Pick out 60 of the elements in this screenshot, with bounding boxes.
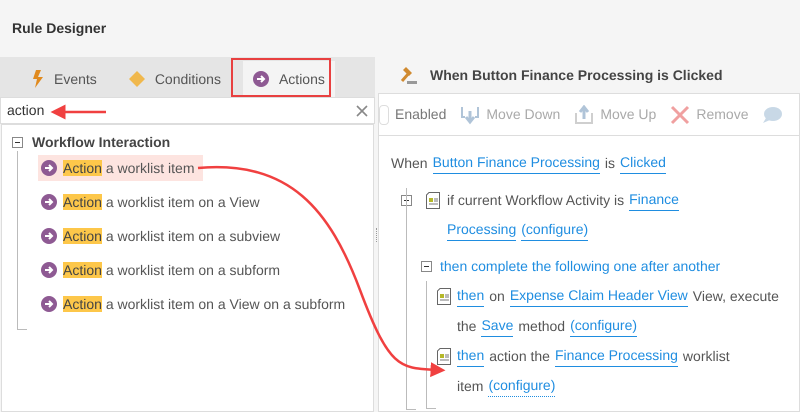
rule-text: then action the Finance Processing worklist — [457, 341, 730, 371]
rule-link[interactable]: (configure) — [570, 315, 638, 337]
tab[interactable]: Events — [22, 61, 107, 97]
rule-link[interactable]: Expense Claim Header View — [510, 285, 688, 307]
arrow-circle-icon — [41, 160, 57, 176]
collapse-toggle[interactable] — [421, 260, 432, 272]
rule-text: When Button Finance Processing is Clicked — [391, 148, 799, 178]
tree-item-label: Action a worklist item on a subform — [63, 260, 280, 280]
rule-link[interactable]: Button Finance Processing — [432, 152, 600, 174]
rule-link[interactable]: Finance Processing — [554, 345, 678, 367]
window-title: Rule Designer — [12, 19, 106, 38]
toolbar-button[interactable]: Enabled — [379, 104, 446, 125]
rule-group-label[interactable]: then complete the following one after another — [440, 256, 720, 276]
tree-item[interactable]: Action a worklist item — [38, 155, 202, 181]
arrow-circle-icon — [41, 228, 57, 244]
annotation-arrow — [50, 104, 106, 120]
tab[interactable]: Actions — [242, 61, 335, 97]
document-icon — [437, 348, 451, 364]
tree-item[interactable]: Action a worklist item on a subview — [38, 223, 288, 249]
lightning-icon — [32, 70, 44, 88]
rule-link[interactable]: Processing — [447, 219, 516, 241]
search-field[interactable]: action — [0, 97, 375, 124]
rule-link[interactable]: then — [457, 285, 484, 307]
document-icon — [426, 192, 440, 208]
close-icon[interactable] — [356, 104, 368, 116]
tree-item[interactable]: Action a worklist item on a View — [38, 189, 268, 215]
rule-text: if current Workflow Activity is Finance — [447, 185, 679, 215]
tree-item[interactable]: Action a worklist item on a subform — [38, 257, 288, 283]
document-icon — [437, 288, 451, 304]
close-icon — [670, 104, 690, 124]
rule-link[interactable]: Clicked — [620, 152, 666, 174]
rule-title: When Button Finance Processing is Clicked — [430, 66, 722, 85]
tree-item-label: Action a worklist item on a View on a subform — [63, 294, 346, 314]
gavel-icon — [400, 65, 420, 85]
rule-link[interactable]: Save — [481, 315, 514, 337]
rule-text: item (configure) — [457, 371, 730, 401]
collapse-toggle[interactable] — [12, 137, 23, 148]
arrow-circle-icon — [41, 194, 57, 210]
tab[interactable]: Conditions — [118, 61, 231, 97]
rule-link[interactable]: (configure) — [488, 375, 556, 397]
move-up-icon — [574, 104, 594, 124]
checkbox[interactable] — [379, 104, 389, 124]
move-down-icon — [460, 104, 480, 124]
splitter-handle[interactable] — [376, 228, 377, 242]
rule-text: the Save method (configure) — [457, 311, 779, 341]
tree-item[interactable]: Action a worklist item on a View on a subform — [38, 291, 354, 317]
diamond-icon — [128, 71, 145, 87]
arrow-circle-icon — [252, 71, 269, 87]
collapse-toggle[interactable] — [401, 194, 412, 206]
arrow-circle-icon — [41, 296, 57, 312]
speech-bubble-icon — [762, 106, 782, 124]
tree-item-label: Action a worklist item — [63, 158, 194, 178]
arrow-circle-icon — [41, 262, 57, 278]
tree-group-label[interactable]: Workflow Interaction — [32, 132, 170, 153]
rule-link[interactable]: (configure) — [521, 219, 588, 241]
rule-link[interactable]: then — [457, 345, 484, 367]
tree-item-label: Action a worklist item on a subview — [63, 226, 280, 246]
rule-link[interactable]: Finance — [629, 189, 679, 211]
rule-text: then on Expense Claim Header View View, execute — [457, 281, 779, 311]
tree-item-label: Action a worklist item on a View — [63, 192, 260, 212]
